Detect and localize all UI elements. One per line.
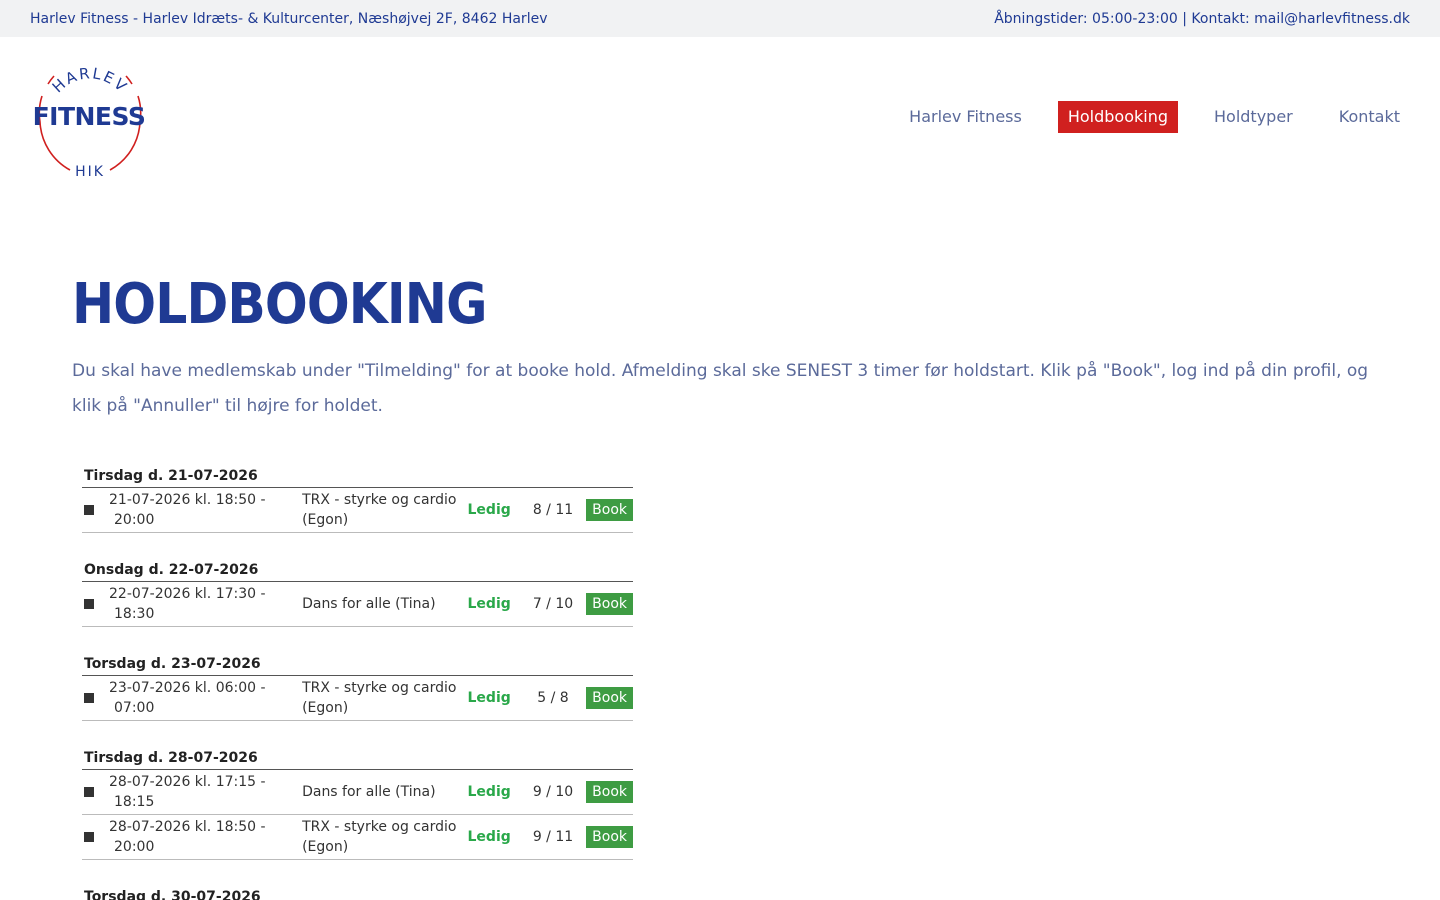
nav-item-harlev-fitness[interactable]: Harlev Fitness [899,101,1032,133]
class-title: TRX - styrke og cardio (Egon) [302,492,457,528]
class-time: 28-07-2026 kl. 18:50 - 20:00 [109,819,266,855]
book-button[interactable]: Book [586,826,633,848]
book-button[interactable]: Book [586,687,633,709]
page-title: HOLDBOOKING [72,272,487,337]
class-time: 21-07-2026 kl. 18:50 - 20:00 [109,492,266,528]
day-heading: Tirsdag d. 21-07-2026 [82,466,633,488]
class-row: 22-07-2026 kl. 17:30 - 18:30 Dans for al… [82,582,633,627]
availability-status: Ledig [467,784,511,800]
class-schedule: Tirsdag d. 21-07-2026 21-07-2026 kl. 18:… [82,466,633,900]
bullet-icon [84,787,94,797]
day-heading: Torsdag d. 23-07-2026 [82,654,633,676]
class-title: Dans for alle (Tina) [302,784,436,800]
svg-text:HARLEV: HARLEV [49,64,132,96]
participant-count: 5 / 8 [537,690,569,706]
book-button[interactable]: Book [586,781,633,803]
class-row: 28-07-2026 kl. 17:15 - 18:15 Dans for al… [82,770,633,815]
class-time: 22-07-2026 kl. 17:30 - 18:30 [109,586,266,622]
bullet-icon [84,505,94,515]
day-heading: Onsdag d. 22-07-2026 [82,560,633,582]
class-row: 23-07-2026 kl. 06:00 - 07:00 TRX - styrk… [82,676,633,721]
bullet-icon [84,832,94,842]
book-button[interactable]: Book [586,499,633,521]
schedule-day: Torsdag d. 23-07-2026 23-07-2026 kl. 06:… [82,654,633,721]
contact-text: Åbningstider: 05:00-23:00 | Kontakt: mai… [994,10,1410,27]
class-title: TRX - styrke og cardio (Egon) [302,819,457,855]
book-button[interactable]: Book [586,593,633,615]
harlev-fitness-logo[interactable]: HARLEV FITNESS HIK [26,52,154,180]
availability-status: Ledig [467,596,511,612]
class-title: TRX - styrke og cardio (Egon) [302,680,457,716]
address-text: Harlev Fitness - Harlev Idræts- & Kultur… [30,10,548,27]
intro-text: Du skal have medlemskab under "Tilmeldin… [72,361,1369,416]
schedule-day: Onsdag d. 22-07-2026 22-07-2026 kl. 17:3… [82,560,633,627]
class-title: Dans for alle (Tina) [302,596,436,612]
availability-status: Ledig [467,690,511,706]
bullet-icon [84,693,94,703]
participant-count: 8 / 11 [532,502,574,518]
day-heading: Torsdag d. 30-07-2026 [82,887,633,900]
bullet-icon [84,599,94,609]
class-row: 28-07-2026 kl. 18:50 - 20:00 TRX - styrk… [82,815,633,860]
participant-count: 7 / 10 [532,596,574,612]
participant-count: 9 / 10 [532,784,574,800]
nav-item-holdtyper[interactable]: Holdtyper [1204,101,1303,133]
participant-count: 9 / 11 [532,829,574,845]
class-time: 23-07-2026 kl. 06:00 - 07:00 [109,680,266,716]
main-navigation: Harlev Fitness Holdbooking Holdtyper Kon… [899,101,1410,133]
class-time: 28-07-2026 kl. 17:15 - 18:15 [109,774,266,810]
day-heading: Tirsdag d. 28-07-2026 [82,748,633,770]
availability-status: Ledig [467,829,511,845]
svg-text:HIK: HIK [75,164,105,180]
availability-status: Ledig [467,502,511,518]
class-row: 21-07-2026 kl. 18:50 - 20:00 TRX - styrk… [82,488,633,533]
top-info-bar: Harlev Fitness - Harlev Idræts- & Kultur… [0,0,1440,37]
schedule-day: Tirsdag d. 21-07-2026 21-07-2026 kl. 18:… [82,466,633,533]
schedule-day: Torsdag d. 30-07-2026 [82,887,633,900]
schedule-day: Tirsdag d. 28-07-2026 28-07-2026 kl. 17:… [82,748,633,860]
nav-item-holdbooking[interactable]: Holdbooking [1057,101,1178,133]
nav-item-kontakt[interactable]: Kontakt [1329,101,1410,133]
svg-text:FITNESS: FITNESS [33,102,146,131]
